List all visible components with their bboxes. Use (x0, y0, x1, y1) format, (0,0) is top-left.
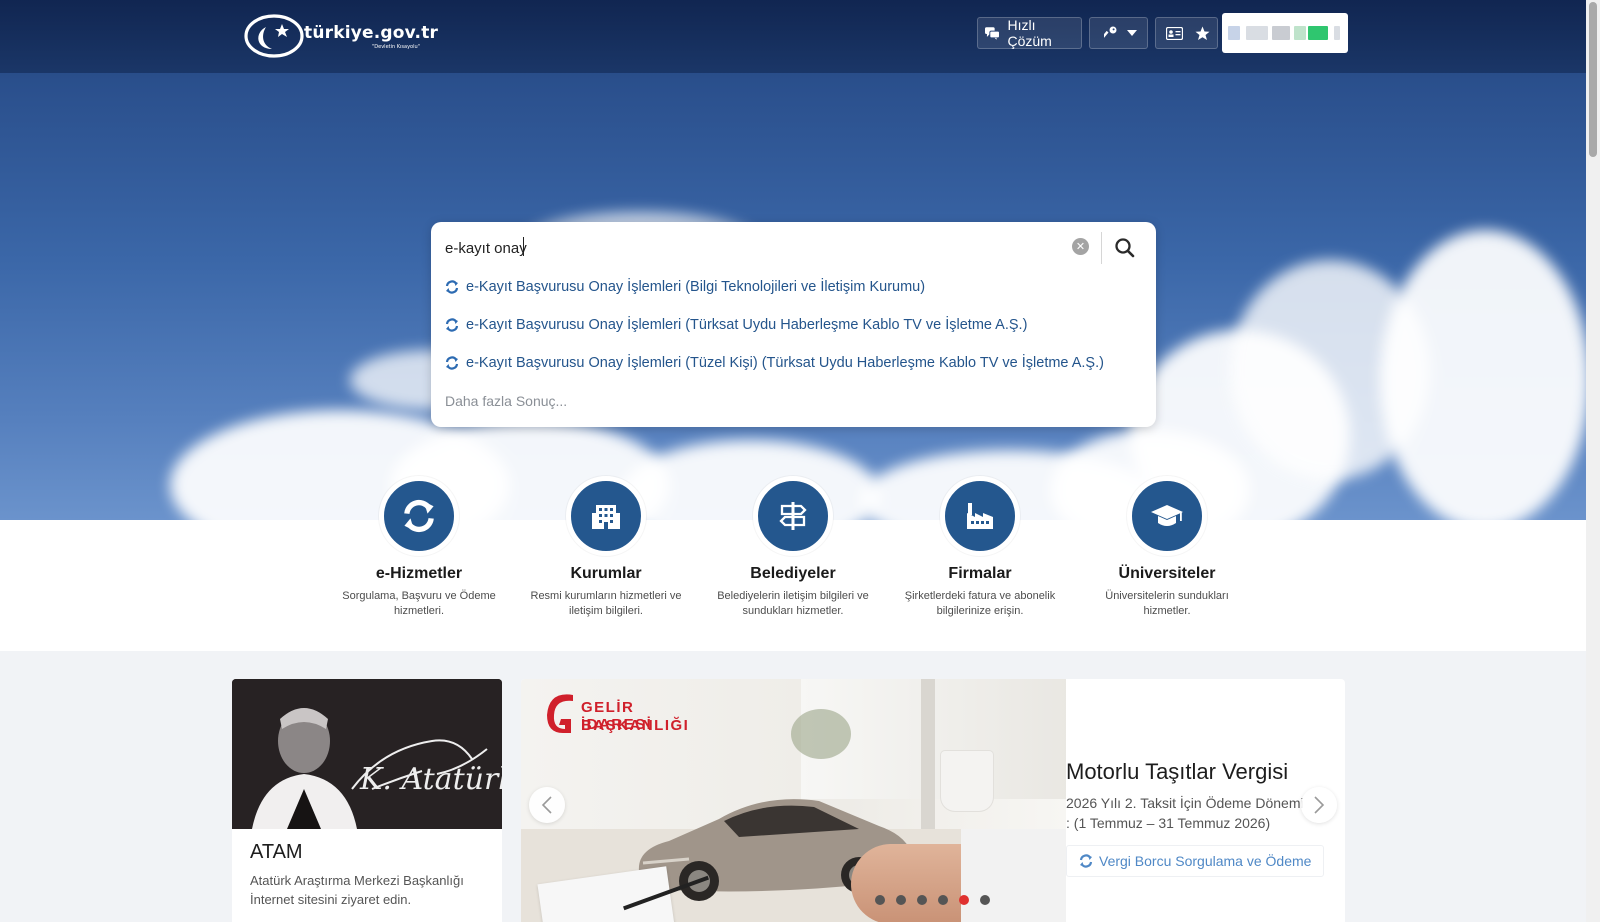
category-title: Kurumlar (570, 565, 642, 582)
slide-image: GELİR İDARESİ BAŞKANLIĞI (521, 679, 1066, 922)
chevron-left-icon (541, 796, 552, 814)
category-icon-circle (566, 476, 646, 556)
atam-card[interactable]: K. Atatürk ATAM Atatürk Araştırma Merkez… (232, 679, 502, 922)
slide-subtitle: 2026 Yılı 2. Taksit İçin Ödeme Dönemi : … (1066, 795, 1304, 831)
category-belediyeler[interactable]: Belediyeler Belediyelerin iletişim bilgi… (708, 476, 878, 619)
category-icon-circle (379, 476, 459, 556)
graduation-cap-icon (1151, 505, 1183, 526)
tax-inquiry-label: Vergi Borcu Sorgulama ve Ödeme (1099, 853, 1312, 869)
category-description: Şirketlerdeki fatura ve abonelik bilgile… (904, 590, 1056, 617)
id-card-icon[interactable] (1166, 26, 1183, 40)
category-e-hizmetler[interactable]: e-Hizmetler Sorgulama, Başvuru ve Ödeme … (334, 476, 504, 619)
category-icon-circle (753, 476, 833, 556)
quick-solution-label: Hızlı Çözüm (1007, 17, 1052, 49)
identity-favorites-group (1155, 17, 1218, 49)
category-icon-circle (940, 476, 1020, 556)
crescent-star-icon (244, 14, 304, 58)
text-caret (523, 237, 524, 256)
search-divider (1101, 232, 1102, 264)
category-title: e-Hizmetler (375, 565, 463, 582)
building-icon (592, 505, 620, 529)
page-scrollbar[interactable] (1586, 0, 1600, 922)
category-title: Firmalar (948, 565, 1012, 582)
slider-dot[interactable] (959, 895, 969, 905)
category-kurumlar[interactable]: Kurumlar Resmi kurumların hizmetleri ve … (521, 476, 691, 619)
logo-tagline: "Devletin Kısayolu" (372, 44, 420, 50)
factory-icon (967, 503, 993, 529)
star-icon[interactable] (1195, 26, 1210, 41)
scrollbar-thumb[interactable] (1589, 2, 1597, 157)
atam-title: ATAM (250, 841, 303, 863)
slider-dot[interactable] (875, 895, 885, 905)
atam-description: Atatürk Araştırma Merkezi Başkanlığı İnt… (250, 873, 464, 907)
slider-dot[interactable] (938, 895, 948, 905)
search-panel: ✕ e-Kayıt Başvurusu Onay İşlemleri (Bilg… (431, 222, 1156, 427)
category-title: Belediyeler (750, 565, 836, 582)
suggestion-text: e-Kayıt Başvurusu Onay İşlemleri (Bilgi … (466, 279, 926, 295)
gib-emblem-icon (547, 694, 573, 733)
login-options-button[interactable] (1089, 17, 1148, 49)
slider-dots (875, 895, 1001, 905)
category-title: Üniversiteler (1118, 565, 1216, 582)
tax-inquiry-link[interactable]: Vergi Borcu Sorgulama ve Ödeme (1066, 845, 1325, 877)
refresh-icon (445, 280, 459, 294)
slider-next-button[interactable] (1301, 787, 1337, 823)
gib-logo-line2: BAŞKANLIĞI (581, 717, 690, 734)
slider-prev-button[interactable] (529, 787, 565, 823)
ataturk-photo: K. Atatürk (232, 679, 502, 829)
logo-wordmark: türkiye.gov.tr (304, 23, 439, 43)
ataturk-signature: K. Atatürk (359, 762, 502, 797)
slide-title: Motorlu Taşıtlar Vergisi (1066, 759, 1289, 784)
refresh-icon (445, 318, 459, 332)
gib-logo: GELİR İDARESİ BAŞKANLIĞI (543, 691, 693, 739)
signpost-icon (779, 502, 807, 530)
category-description: Resmi kurumların hizmetleri ve iletişim … (530, 590, 682, 617)
suggestion-text: e-Kayıt Başvurusu Onay İşlemleri (Tüzel … (466, 355, 1104, 371)
chat-bubbles-icon (985, 26, 1000, 40)
news-slider: GELİR İDARESİ BAŞKANLIĞI Motorlu Taşıtla… (521, 679, 1345, 922)
category-description: Belediyelerin iletişim bilgileri ve sund… (717, 590, 869, 617)
category-universiteler[interactable]: Üniversiteler Üniversitelerin sundukları… (1082, 476, 1252, 619)
suggestion-text: e-Kayıt Başvurusu Onay İşlemleri (Türksa… (466, 317, 1028, 333)
search-input[interactable] (445, 236, 1025, 260)
quick-solution-button[interactable]: Hızlı Çözüm (977, 17, 1082, 49)
slider-dot[interactable] (896, 895, 906, 905)
refresh-icon (404, 499, 434, 533)
search-suggestion[interactable]: e-Kayıt Başvurusu Onay İşlemleri (Tüzel … (445, 352, 1104, 374)
search-suggestion[interactable]: e-Kayıt Başvurusu Onay İşlemleri (Türksa… (445, 314, 1027, 336)
refresh-icon (1079, 854, 1093, 868)
search-suggestion[interactable]: e-Kayıt Başvurusu Onay İşlemleri (Bilgi … (445, 276, 925, 298)
top-navigation-bar: türkiye.gov.tr "Devletin Kısayolu" Hızlı… (0, 0, 1586, 73)
slider-dot[interactable] (980, 895, 990, 905)
hero-banner: türkiye.gov.tr "Devletin Kısayolu" Hızlı… (0, 0, 1586, 520)
category-description: Sorgulama, Başvuru ve Ödeme hizmetleri. (342, 590, 496, 617)
category-firmalar[interactable]: Firmalar Şirketlerdeki fatura ve aboneli… (895, 476, 1065, 619)
category-icon-circle (1127, 476, 1207, 556)
clear-search-icon[interactable]: ✕ (1072, 238, 1089, 255)
slider-dot[interactable] (917, 895, 927, 905)
category-description: Üniversitelerin sundukları hizmetler. (1105, 590, 1229, 617)
caret-down-icon (1127, 30, 1137, 36)
ataturk-portrait-image: K. Atatürk (232, 679, 502, 829)
chevron-right-icon (1314, 796, 1325, 814)
more-results-link[interactable]: Daha fazla Sonuç... (445, 393, 567, 409)
user-account-button[interactable] (1222, 13, 1348, 53)
site-logo[interactable]: türkiye.gov.tr "Devletin Kısayolu" (244, 13, 444, 59)
refresh-icon (445, 356, 459, 370)
key-icon (1104, 26, 1117, 39)
search-icon[interactable] (1114, 237, 1136, 259)
category-bar: e-Hizmetler Sorgulama, Başvuru ve Ödeme … (0, 476, 1586, 651)
